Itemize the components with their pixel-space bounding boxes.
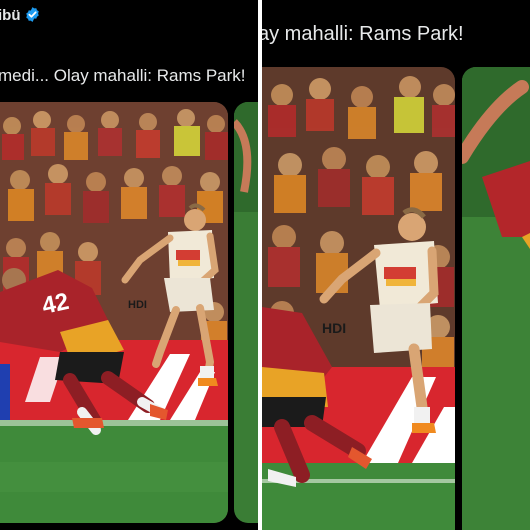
next-media-peek[interactable] (234, 102, 258, 523)
tweet-text-zoomed: ay mahalli: Rams Park! (262, 23, 464, 45)
svg-text:HDI: HDI (128, 299, 147, 311)
football-match-photo: HDI 42 (0, 102, 228, 523)
tweet-media-image-zoomed[interactable]: HDI (262, 67, 455, 530)
tweet-text: medi... Olay mahalli: Rams Park! (0, 66, 246, 85)
account-name-text: ibü (0, 7, 21, 24)
tweet-media-image[interactable]: HDI 42 (0, 102, 228, 523)
svg-text:42: 42 (40, 288, 72, 320)
svg-text:HDI: HDI (322, 320, 346, 336)
football-match-photo-zoomed: HDI (262, 67, 455, 530)
verified-check-icon (25, 7, 39, 22)
next-photo-thumbnail (234, 102, 258, 523)
left-screenshot-panel: ibü medi... Olay mahalli: Rams Park! HDI… (0, 0, 258, 530)
next-media-peek-zoomed[interactable] (462, 67, 530, 530)
right-screenshot-panel: ay mahalli: Rams Park! HDI (262, 0, 530, 530)
next-photo-thumbnail-zoomed (462, 67, 530, 530)
account-name[interactable]: ibü (0, 6, 41, 24)
